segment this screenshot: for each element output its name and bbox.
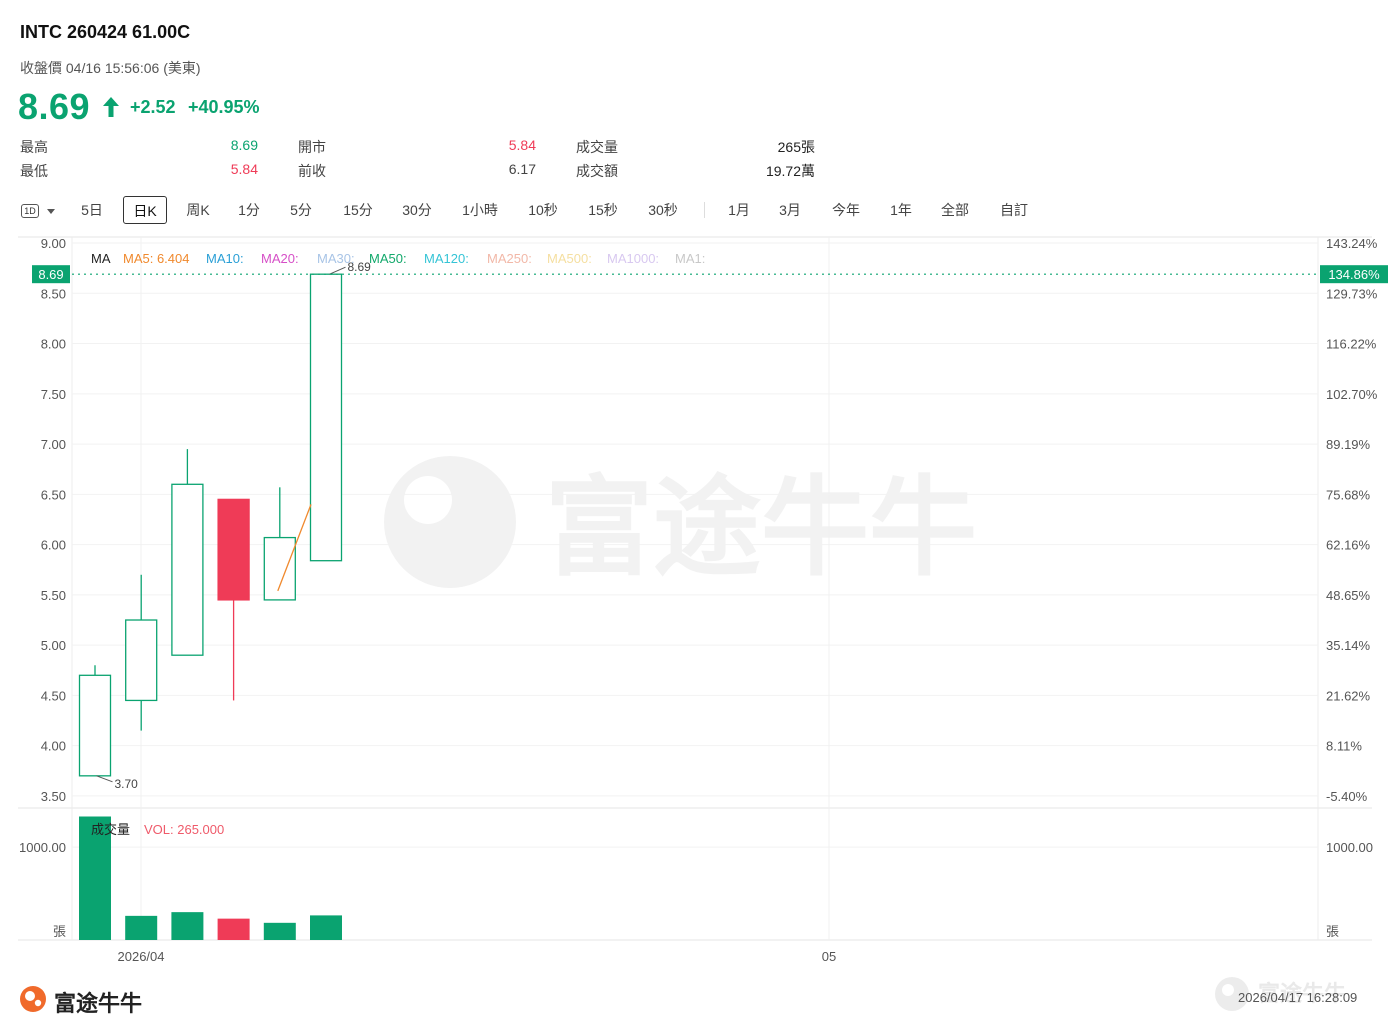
volume-tick-label: 1000.00 <box>19 840 66 855</box>
candle-body[interactable] <box>78 674 112 777</box>
ma-legend-item[interactable]: MA10: <box>206 251 244 266</box>
pct-tick-label: 143.24% <box>1326 236 1378 251</box>
ma-legend-item[interactable]: MA250: <box>487 251 532 266</box>
x-axis-label: 2026/04 <box>118 949 165 964</box>
futu-logo-icon <box>20 986 46 1012</box>
candle-body[interactable] <box>171 483 204 656</box>
watermark-text: 富途牛牛 <box>545 466 977 591</box>
volume-tick-label-right: 1000.00 <box>1326 840 1373 855</box>
pct-tick-label: 102.70% <box>1326 387 1378 402</box>
ma-legend-item[interactable]: MA1000: <box>607 251 659 266</box>
price-tick-label: 7.00 <box>41 437 66 452</box>
volume-bar[interactable] <box>263 922 296 940</box>
pct-tick-label: 35.14% <box>1326 638 1371 653</box>
price-tick-label: 4.50 <box>41 688 66 703</box>
candlestick-chart[interactable]: 富途牛牛 9.00 143.24% 8.50 129.73% 8.00 116.22% 7.… <box>0 0 1392 1031</box>
price-tick-label: 5.00 <box>41 638 66 653</box>
current-pct-tag-label: 134.86% <box>1328 267 1380 282</box>
brand-logo: 富途牛牛 <box>18 984 142 1016</box>
ma-legend-item[interactable]: MA5: 6.404 <box>123 251 190 266</box>
snapshot-timestamp: 2026/04/17 16:28:09 <box>1238 990 1358 1005</box>
price-tick-label: 3.50 <box>41 789 66 804</box>
price-tick-label: 4.00 <box>41 739 66 754</box>
pct-tick-label: -5.40% <box>1326 789 1368 804</box>
volume-legend-title: 成交量 <box>91 822 130 838</box>
watermark-logo <box>384 456 516 588</box>
price-tick-label: 6.00 <box>41 538 66 553</box>
price-tick-label: 7.50 <box>41 387 66 402</box>
price-tick-label: 8.50 <box>41 286 66 301</box>
pct-tick-label: 8.11% <box>1326 739 1362 754</box>
low-annotation: 3.70 <box>115 777 139 791</box>
current-price-tag-label: 8.69 <box>38 267 63 282</box>
watermark: 富途牛牛 <box>384 456 977 591</box>
price-tick-label: 9.00 <box>41 236 66 251</box>
volume-legend-value: VOL: 265.000 <box>144 822 224 837</box>
pct-tick-label: 48.65% <box>1326 588 1371 603</box>
volume-unit-label: 張 <box>53 925 66 940</box>
ma-legend-item[interactable]: MA50: <box>369 251 407 266</box>
volume-unit-label-right: 張 <box>1326 925 1339 940</box>
pct-tick-label: 89.19% <box>1326 437 1371 452</box>
candle-body[interactable] <box>263 536 296 601</box>
x-axis-label: 05 <box>822 949 836 964</box>
pct-tick-label: 129.73% <box>1326 286 1378 301</box>
watermark-logo-dot <box>404 476 452 524</box>
volume-bar[interactable] <box>171 912 204 940</box>
ma-legend-item[interactable]: MA500: <box>547 251 592 266</box>
pct-tick-label: 21.62% <box>1326 688 1371 703</box>
ma-legend-item[interactable]: MA120: <box>424 251 469 266</box>
pct-tick-label: 116.22% <box>1326 337 1377 352</box>
pct-tick-label: 62.16% <box>1326 538 1371 553</box>
ma-legend-title: MA <box>91 251 111 266</box>
candle-body[interactable] <box>217 498 250 601</box>
volume-bar[interactable] <box>125 915 158 940</box>
price-tick-label: 6.50 <box>41 487 66 502</box>
ma-legend-item[interactable]: MA20: <box>261 251 299 266</box>
volume-bar[interactable] <box>217 918 250 940</box>
candle-body[interactable] <box>309 273 343 562</box>
price-tick-label: 8.00 <box>41 337 66 352</box>
ma-legend-item[interactable]: MA30: <box>317 251 355 266</box>
price-tick-label: 5.50 <box>41 588 66 603</box>
candle-body[interactable] <box>125 619 158 702</box>
volume-bar[interactable] <box>310 915 342 940</box>
ma-legend-item[interactable]: MA1: <box>675 251 705 266</box>
brand-name: 富途牛牛 <box>54 991 143 1016</box>
pct-tick-label: 75.68% <box>1326 487 1371 502</box>
candles <box>78 273 343 777</box>
